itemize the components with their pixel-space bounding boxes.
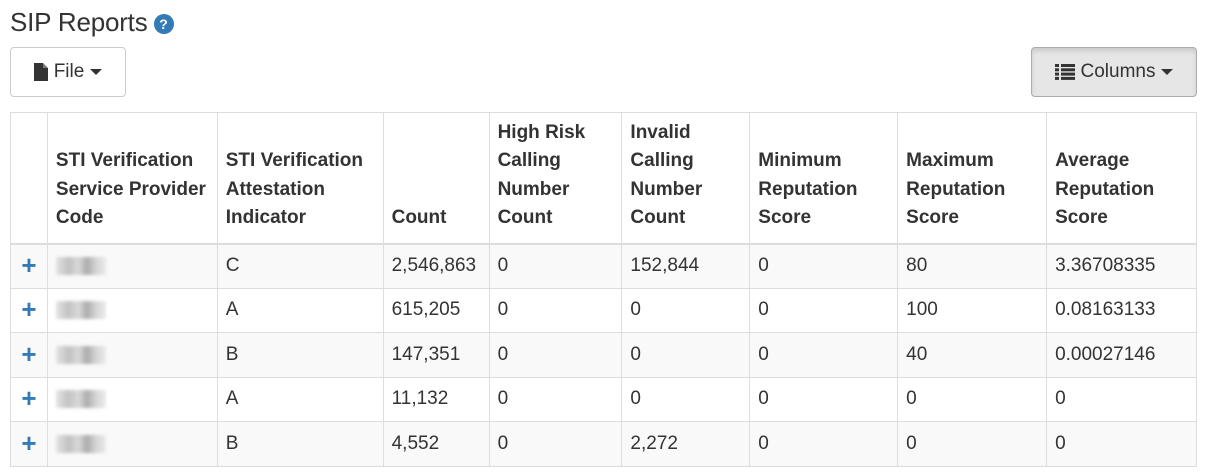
redacted-provider-code — [55, 345, 106, 364]
column-header-max-score[interactable]: Maximum Reputation Score — [897, 112, 1048, 245]
max-score-cell: 100 — [897, 287, 1048, 333]
min-score-cell: 0 — [749, 243, 899, 289]
plus-icon: + — [21, 338, 37, 369]
plus-icon: + — [21, 250, 37, 280]
high-risk-cell: 0 — [488, 332, 623, 378]
table-row: + A 11,132 0 0 0 0 0 — [10, 376, 1197, 422]
expand-row-button[interactable]: + — [10, 243, 48, 289]
min-score-cell: 0 — [749, 332, 899, 378]
table-row: + A 615,205 0 0 0 100 0.08163133 — [10, 287, 1197, 333]
expand-row-button[interactable]: + — [10, 421, 48, 467]
column-header-invalid[interactable]: Invalid Calling Number Count — [621, 112, 751, 245]
expand-row-button[interactable]: + — [10, 376, 48, 422]
max-score-cell: 80 — [897, 243, 1048, 289]
expand-row-button[interactable]: + — [10, 332, 48, 378]
avg-score-cell: 0 — [1046, 421, 1197, 467]
attestation-cell: A — [216, 376, 384, 422]
column-header-attestation[interactable]: STI Verification Attestation Indicator — [216, 112, 384, 245]
table-row: + B 4,552 0 2,272 0 0 0 — [10, 421, 1197, 467]
caret-down-icon — [1161, 69, 1174, 75]
column-header-avg-score[interactable]: Average Reputation Score — [1046, 112, 1197, 245]
provider-code-cell — [46, 421, 218, 467]
page-header: SIP Reports ? — [10, 4, 174, 40]
count-cell: 2,546,863 — [382, 243, 490, 289]
redacted-provider-code — [55, 301, 106, 320]
provider-code-cell — [46, 332, 218, 378]
avg-score-cell: 0.08163133 — [1046, 287, 1197, 333]
attestation-cell: B — [216, 421, 384, 467]
invalid-cell: 0 — [621, 376, 751, 422]
avg-score-cell: 3.36708335 — [1046, 243, 1197, 289]
redacted-provider-code — [55, 256, 106, 275]
provider-code-cell — [46, 243, 218, 289]
count-cell: 11,132 — [382, 376, 490, 422]
sip-report-table: STI Verification Service Provider Code S… — [10, 112, 1197, 467]
count-cell: 4,552 — [382, 421, 490, 467]
table-row: + B 147,351 0 0 0 40 0.00027146 — [10, 332, 1197, 378]
file-menu-button[interactable]: File — [10, 47, 126, 97]
high-risk-cell: 0 — [488, 421, 623, 467]
avg-score-cell: 0 — [1046, 376, 1197, 422]
columns-button-label: Columns — [1080, 61, 1156, 82]
max-score-cell: 0 — [897, 376, 1048, 422]
file-button-label: File — [53, 61, 85, 82]
max-score-cell: 0 — [897, 421, 1048, 467]
count-cell: 615,205 — [382, 287, 490, 333]
column-header-high-risk[interactable]: High Risk Calling Number Count — [488, 112, 623, 245]
column-header-count[interactable]: Count — [382, 112, 490, 245]
page-title: SIP Reports — [10, 6, 148, 37]
plus-icon: + — [21, 427, 37, 458]
attestation-cell: C — [216, 243, 384, 289]
columns-menu-button[interactable]: Columns — [1031, 47, 1197, 97]
plus-icon: + — [21, 383, 37, 414]
attestation-cell: A — [216, 287, 384, 333]
table-row: + C 2,546,863 0 152,844 0 80 3.36708335 — [10, 243, 1197, 289]
invalid-cell: 0 — [621, 287, 751, 333]
high-risk-cell: 0 — [488, 243, 623, 289]
list-icon — [1054, 64, 1075, 80]
column-header-provider-code[interactable]: STI Verification Service Provider Code — [46, 112, 218, 245]
expand-row-button[interactable]: + — [10, 287, 48, 333]
column-header-expand — [10, 112, 48, 245]
count-cell: 147,351 — [382, 332, 490, 378]
caret-down-icon — [90, 69, 103, 75]
high-risk-cell: 0 — [488, 376, 623, 422]
min-score-cell: 0 — [749, 287, 899, 333]
provider-code-cell — [46, 287, 218, 333]
min-score-cell: 0 — [749, 421, 899, 467]
avg-score-cell: 0.00027146 — [1046, 332, 1197, 378]
invalid-cell: 0 — [621, 332, 751, 378]
redacted-provider-code — [55, 390, 106, 409]
high-risk-cell: 0 — [488, 287, 623, 333]
max-score-cell: 40 — [897, 332, 1048, 378]
attestation-cell: B — [216, 332, 384, 378]
invalid-cell: 152,844 — [621, 243, 751, 289]
min-score-cell: 0 — [749, 376, 899, 422]
redacted-provider-code — [55, 434, 106, 453]
invalid-cell: 2,272 — [621, 421, 751, 467]
file-icon — [33, 63, 48, 81]
column-header-min-score[interactable]: Minimum Reputation Score — [749, 112, 899, 245]
question-circle-icon[interactable]: ? — [153, 14, 174, 34]
plus-icon: + — [21, 294, 37, 325]
table-header-row: STI Verification Service Provider Code S… — [10, 112, 1197, 245]
provider-code-cell — [46, 376, 218, 422]
